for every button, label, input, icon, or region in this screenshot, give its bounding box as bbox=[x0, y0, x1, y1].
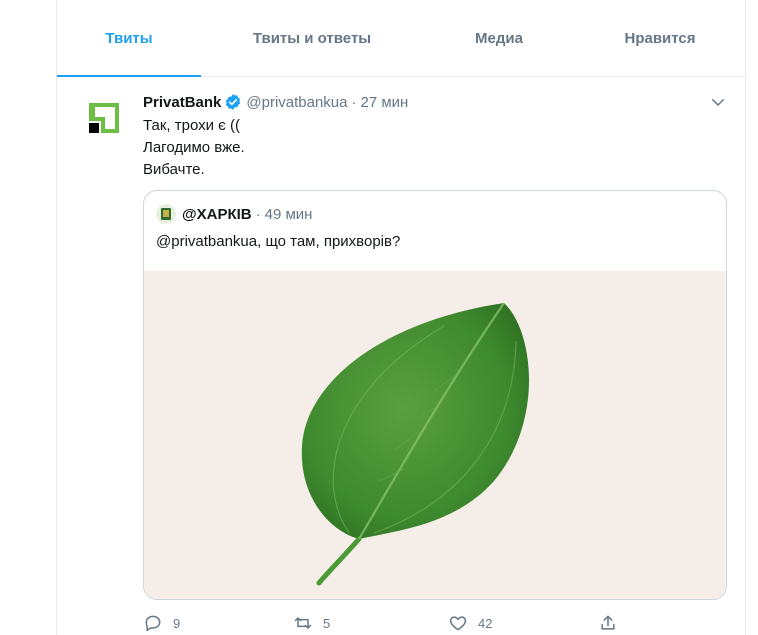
quoted-tweet-text: @privatbankua, що там, прихворів? bbox=[156, 233, 401, 250]
quoted-author-name[interactable]: @ХАРКІВ bbox=[182, 206, 252, 223]
share-icon bbox=[601, 615, 615, 630]
reply-button[interactable]: 9 bbox=[143, 611, 180, 635]
reply-count: 9 bbox=[173, 615, 181, 631]
separator-dot: · bbox=[255, 205, 261, 223]
tweet-text: Так, трохи є (( Лагодимо вже. Вибачте. bbox=[143, 115, 245, 181]
tab-tweets-and-replies[interactable]: Твиты и ответы bbox=[201, 0, 423, 76]
verified-badge-icon bbox=[226, 94, 241, 110]
tab-media[interactable]: Медиа bbox=[423, 0, 575, 76]
profile-tabs: Твиты Твиты и ответы Медиа Нравится bbox=[57, 0, 745, 77]
tweet-line: Так, трохи є (( bbox=[143, 117, 240, 134]
retweet-count: 5 bbox=[323, 615, 331, 631]
separator-dot: · bbox=[351, 93, 357, 111]
timeline-column: Твиты Твиты и ответы Медиа Нравится Priv… bbox=[56, 0, 746, 635]
tweet-line: Лагодимо вже. bbox=[143, 139, 245, 156]
like-count: 42 bbox=[478, 615, 493, 631]
avatar[interactable] bbox=[79, 93, 127, 141]
like-button[interactable]: 42 bbox=[448, 611, 492, 635]
tweet-actions: 9 5 42 bbox=[143, 611, 643, 635]
retweet-button[interactable]: 5 bbox=[293, 611, 330, 635]
quoted-tweet[interactable]: @ХАРКІВ · 49 мин @privatbankua, що там, … bbox=[143, 190, 727, 600]
tab-likes[interactable]: Нравится bbox=[575, 0, 745, 76]
like-icon bbox=[449, 616, 467, 631]
author-name[interactable]: PrivatBank bbox=[143, 94, 221, 111]
quoted-tweet-header: @ХАРКІВ · 49 мин bbox=[156, 203, 312, 225]
tweet-timestamp[interactable]: 27 мин bbox=[361, 94, 409, 111]
retweet-icon bbox=[294, 617, 312, 629]
privatbank-logo-icon bbox=[89, 103, 119, 133]
author-handle[interactable]: @privatbankua bbox=[246, 94, 347, 111]
chevron-down-icon[interactable] bbox=[709, 93, 727, 111]
tweet-header: PrivatBank @privatbankua · 27 мин bbox=[143, 91, 408, 113]
tab-label: Твиты и ответы bbox=[252, 29, 372, 47]
tab-label: Нравится bbox=[624, 29, 696, 47]
tab-tweets[interactable]: Твиты bbox=[57, 0, 201, 77]
tweet[interactable]: PrivatBank @privatbankua · 27 мин Так, т… bbox=[57, 77, 745, 635]
share-button[interactable] bbox=[598, 611, 628, 635]
quoted-avatar[interactable] bbox=[156, 204, 176, 224]
tweet-line: Вибачте. bbox=[143, 161, 205, 178]
leaf-image bbox=[301, 302, 529, 586]
tab-label: Медиа bbox=[475, 29, 523, 47]
quoted-tweet-image[interactable] bbox=[144, 271, 726, 599]
quoted-timestamp[interactable]: 49 мин bbox=[265, 206, 313, 223]
reply-icon bbox=[145, 615, 161, 632]
tab-label: Твиты bbox=[105, 29, 153, 47]
